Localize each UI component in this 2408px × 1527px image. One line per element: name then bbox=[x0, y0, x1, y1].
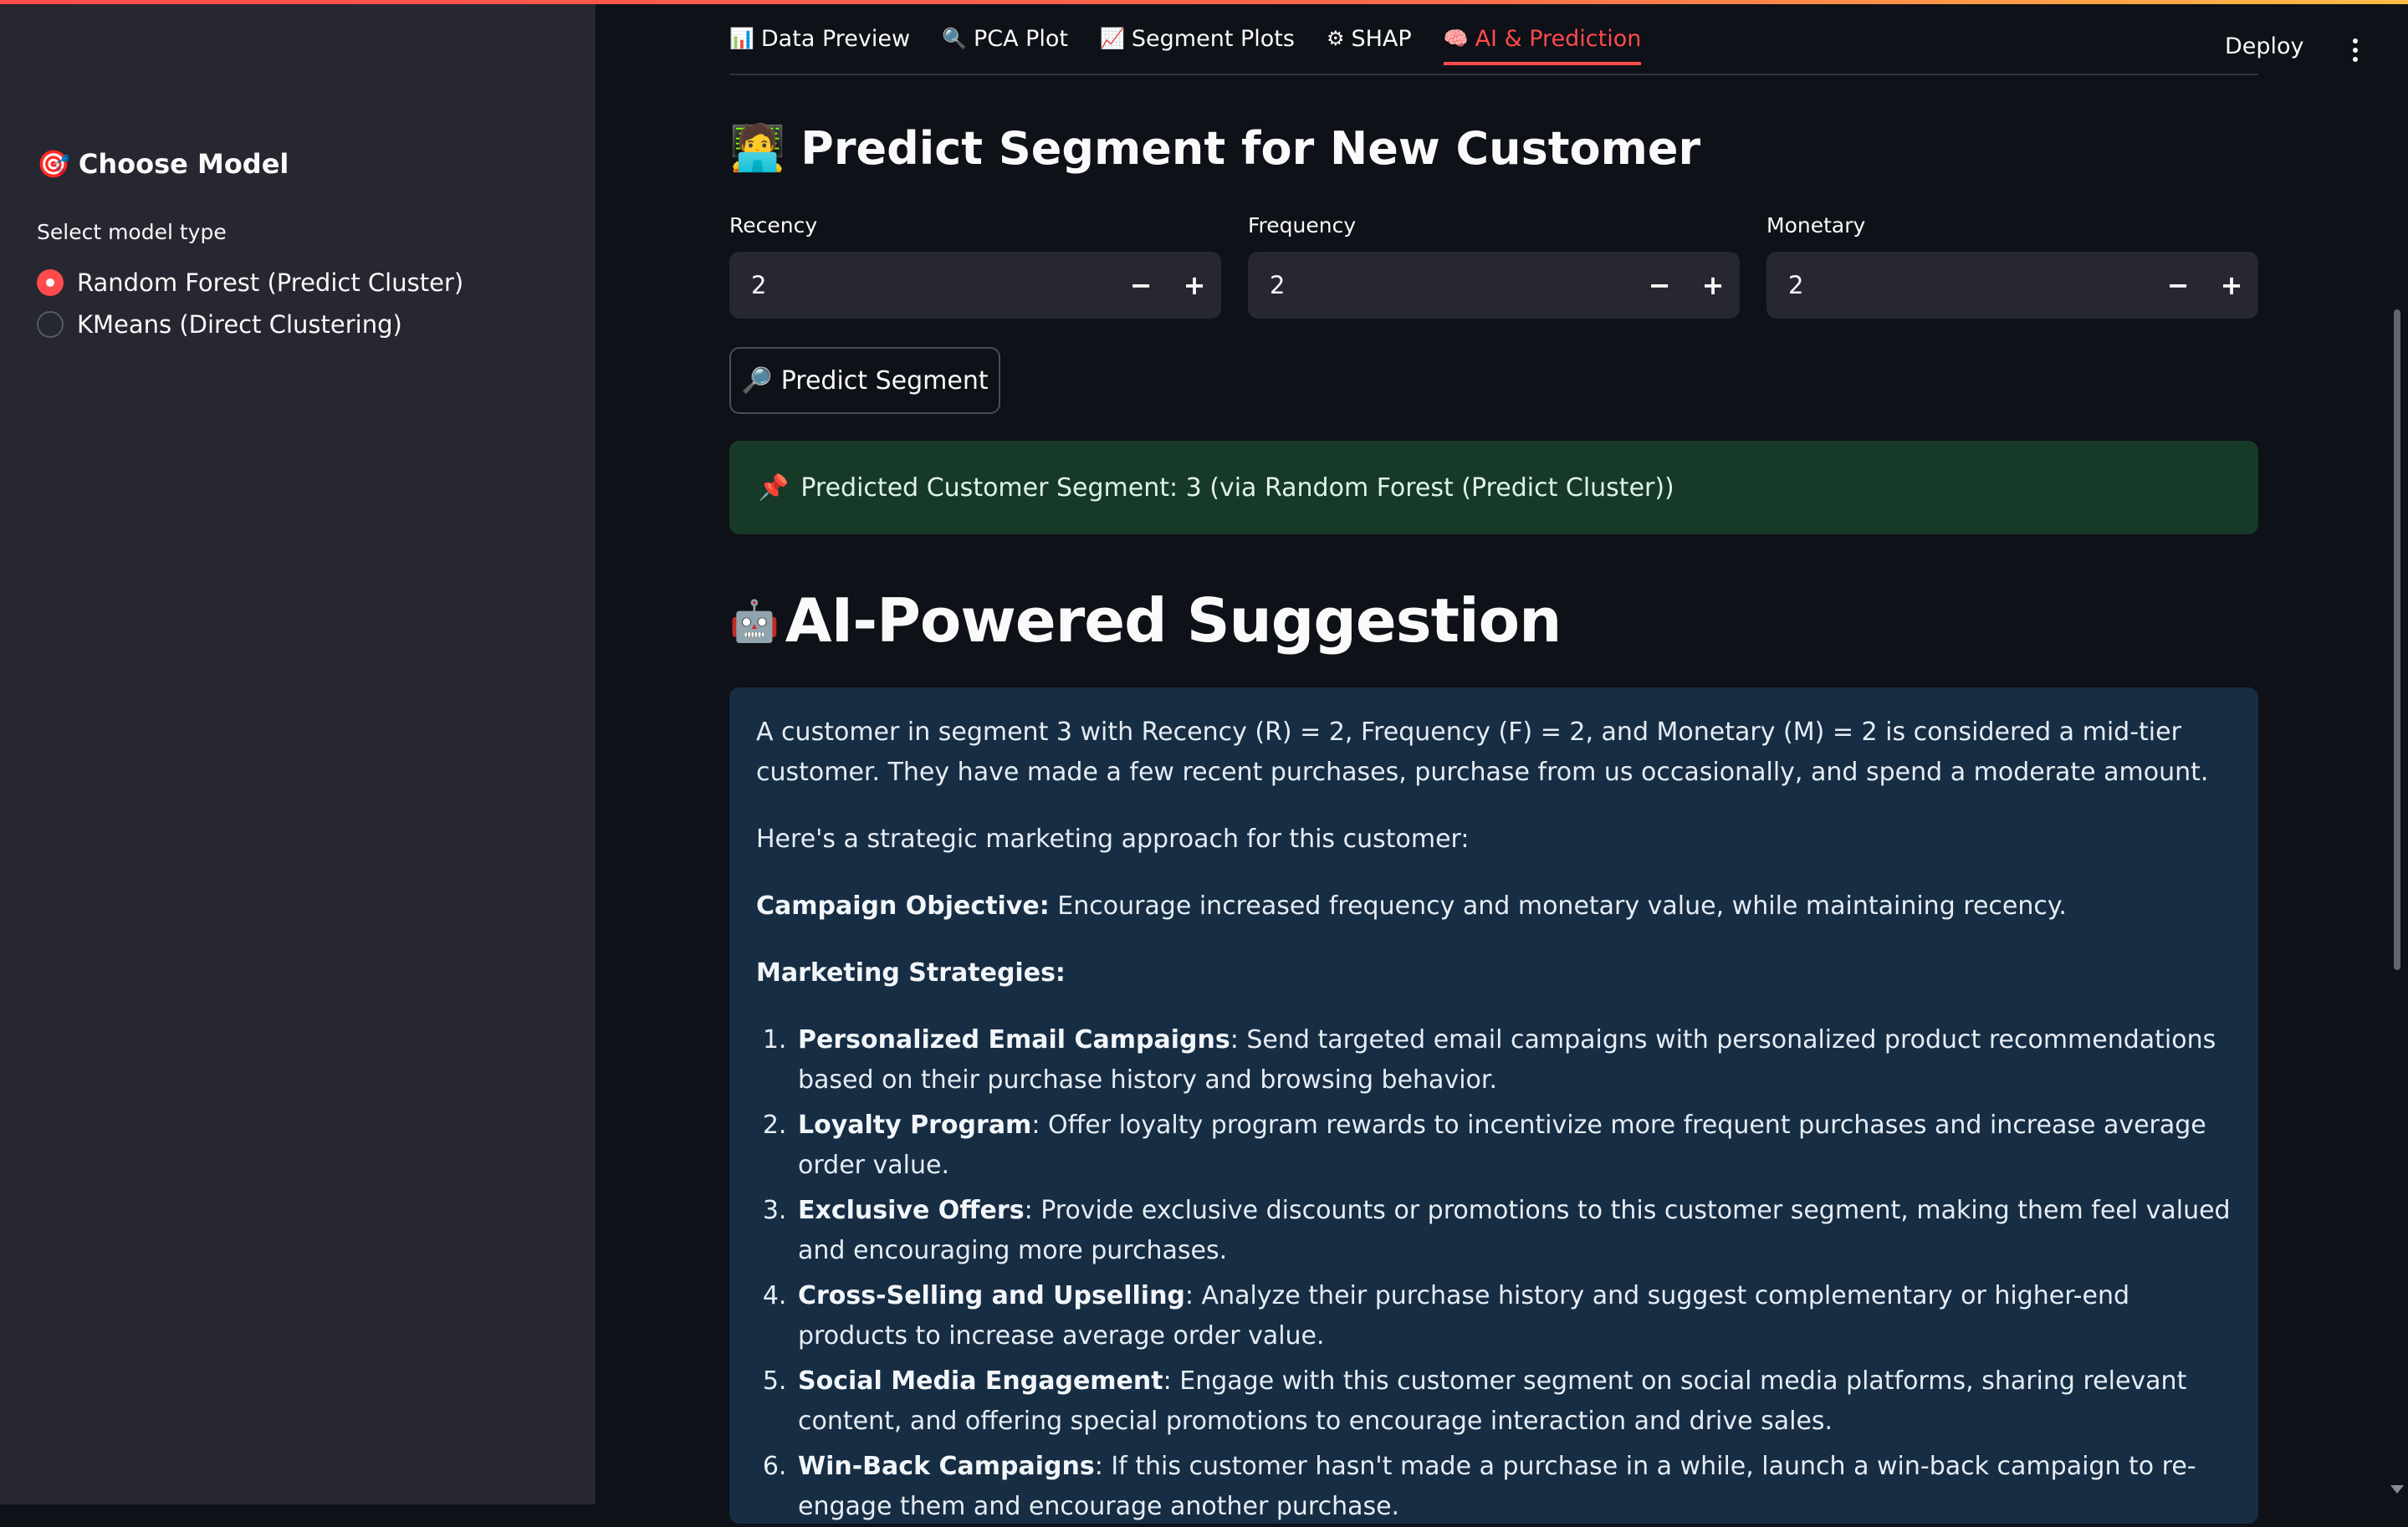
tab-ai-prediction[interactable]: 🧠 AI & Prediction bbox=[1443, 13, 1642, 65]
radio-option-random-forest[interactable]: Random Forest (Predict Cluster) bbox=[37, 268, 463, 297]
tab-label: SHAP bbox=[1351, 25, 1412, 52]
gear-icon: ⚙ bbox=[1326, 27, 1345, 50]
frequency-field: Frequency 2 − + bbox=[1248, 213, 1740, 319]
recency-field: Recency 2 − + bbox=[729, 213, 1221, 319]
suggestion-intro: A customer in segment 3 with Recency (R)… bbox=[756, 718, 2209, 787]
frequency-label: Frequency bbox=[1248, 213, 1357, 237]
tab-pca-plot[interactable]: 🔍 PCA Plot bbox=[942, 13, 1068, 64]
predict-section-title: 🧑‍💻 Predict Segment for New Customer bbox=[729, 121, 1700, 175]
increment-icon[interactable]: + bbox=[2205, 252, 2258, 319]
tab-label: PCA Plot bbox=[973, 25, 1069, 52]
strategy-title: Exclusive Offers bbox=[798, 1196, 1025, 1225]
radio-selected-icon[interactable] bbox=[37, 269, 64, 296]
suggestion-info-box: A customer in segment 3 with Recency (R)… bbox=[729, 687, 2258, 1524]
tab-bar: 📊 Data Preview 🔍 PCA Plot 📈 Segment Plot… bbox=[729, 23, 2258, 75]
strategy-title: Win-Back Campaigns bbox=[798, 1452, 1095, 1481]
objective-label: Campaign Objective: bbox=[756, 891, 1050, 921]
tab-label: Data Preview bbox=[760, 25, 911, 52]
sidebar: 🎯 Choose Model Select model type Random … bbox=[0, 4, 596, 1504]
scrollbar-thumb[interactable] bbox=[2394, 309, 2400, 970]
recency-label: Recency bbox=[729, 213, 818, 237]
list-item: Win-Back Campaigns: If this customer has… bbox=[795, 1447, 2232, 1527]
prediction-result-alert: 📌 Predicted Customer Segment: 3 (via Ran… bbox=[729, 441, 2258, 534]
brain-icon: 🧠 bbox=[1443, 27, 1469, 50]
bar-chart-icon: 📊 bbox=[729, 27, 754, 50]
prediction-result-text: Predicted Customer Segment: 3 (via Rando… bbox=[800, 472, 1674, 503]
tab-segment-plots[interactable]: 📈 Segment Plots bbox=[1100, 13, 1295, 64]
suggestion-title-text: AI-Powered Suggestion bbox=[785, 585, 1562, 656]
frequency-input[interactable]: 2 − + bbox=[1248, 252, 1740, 319]
decrement-icon[interactable]: − bbox=[1633, 252, 1686, 319]
suggestion-title: 🤖 AI-Powered Suggestion bbox=[729, 585, 1562, 656]
radio-option-kmeans[interactable]: KMeans (Direct Clustering) bbox=[37, 310, 402, 339]
list-item: Loyalty Program: Offer loyalty program r… bbox=[795, 1106, 2232, 1186]
sidebar-title: Choose Model bbox=[78, 148, 289, 180]
strategy-title: Personalized Email Campaigns bbox=[798, 1025, 1230, 1055]
suggestion-approach: Here's a strategic marketing approach fo… bbox=[756, 825, 1470, 854]
frequency-value[interactable]: 2 bbox=[1270, 271, 1633, 299]
recency-value[interactable]: 2 bbox=[751, 271, 1114, 299]
monetary-label: Monetary bbox=[1766, 213, 1866, 237]
campaign-objective: Campaign Objective: Encourage increased … bbox=[756, 886, 2232, 927]
radio-label: KMeans (Direct Clustering) bbox=[77, 310, 402, 339]
main-content: 📊 Data Preview 🔍 PCA Plot 📈 Segment Plot… bbox=[729, 0, 2258, 1524]
target-icon: 🎯 bbox=[37, 148, 70, 180]
tab-label: Segment Plots bbox=[1131, 25, 1295, 52]
strategies-list: Personalized Email Campaigns: Send targe… bbox=[795, 1020, 2232, 1527]
model-type-label: Select model type bbox=[37, 220, 227, 244]
decrement-icon[interactable]: − bbox=[1114, 252, 1168, 319]
monetary-input[interactable]: 2 − + bbox=[1766, 252, 2258, 319]
predict-segment-button[interactable]: 🔎 Predict Segment bbox=[729, 347, 1000, 414]
recency-input[interactable]: 2 − + bbox=[729, 252, 1221, 319]
magnifier-icon: 🔍 bbox=[942, 27, 967, 50]
technologist-icon: 🧑‍💻 bbox=[729, 121, 786, 174]
strategies-label: Marketing Strategies: bbox=[756, 958, 1066, 988]
radio-unselected-icon[interactable] bbox=[37, 311, 64, 338]
list-item: Cross-Selling and Upselling: Analyze the… bbox=[795, 1276, 2232, 1356]
list-item: Personalized Email Campaigns: Send targe… bbox=[795, 1020, 2232, 1101]
tab-shap[interactable]: ⚙ SHAP bbox=[1327, 13, 1412, 64]
scroll-down-icon[interactable] bbox=[2390, 1485, 2404, 1494]
predict-button-label: Predict Segment bbox=[780, 365, 989, 396]
tab-label: AI & Prediction bbox=[1475, 25, 1642, 52]
increment-icon[interactable]: + bbox=[1686, 252, 1740, 319]
pushpin-icon: 📌 bbox=[758, 472, 790, 503]
strategy-title: Loyalty Program bbox=[798, 1111, 1032, 1140]
increment-icon[interactable]: + bbox=[1168, 252, 1221, 319]
radio-label: Random Forest (Predict Cluster) bbox=[77, 268, 464, 297]
list-item: Exclusive Offers: Provide exclusive disc… bbox=[795, 1191, 2232, 1271]
search-icon: 🔎 bbox=[741, 365, 773, 396]
line-chart-icon: 📈 bbox=[1100, 27, 1125, 50]
monetary-field: Monetary 2 − + bbox=[1766, 213, 2258, 319]
strategy-title: Social Media Engagement bbox=[798, 1366, 1163, 1396]
decrement-icon[interactable]: − bbox=[2151, 252, 2205, 319]
objective-text: Encourage increased frequency and moneta… bbox=[1049, 891, 2067, 921]
strategies-heading: Marketing Strategies: bbox=[756, 953, 2232, 993]
sidebar-header: 🎯 Choose Model bbox=[37, 148, 289, 180]
tab-data-preview[interactable]: 📊 Data Preview bbox=[729, 13, 910, 64]
list-item: Social Media Engagement: Engage with thi… bbox=[795, 1361, 2232, 1442]
strategy-title: Cross-Selling and Upselling bbox=[798, 1281, 1185, 1310]
main-menu-icon[interactable] bbox=[2342, 33, 2369, 67]
robot-icon: 🤖 bbox=[729, 597, 780, 645]
predict-title-text: Predict Segment for New Customer bbox=[800, 121, 1701, 175]
monetary-value[interactable]: 2 bbox=[1788, 271, 2151, 299]
